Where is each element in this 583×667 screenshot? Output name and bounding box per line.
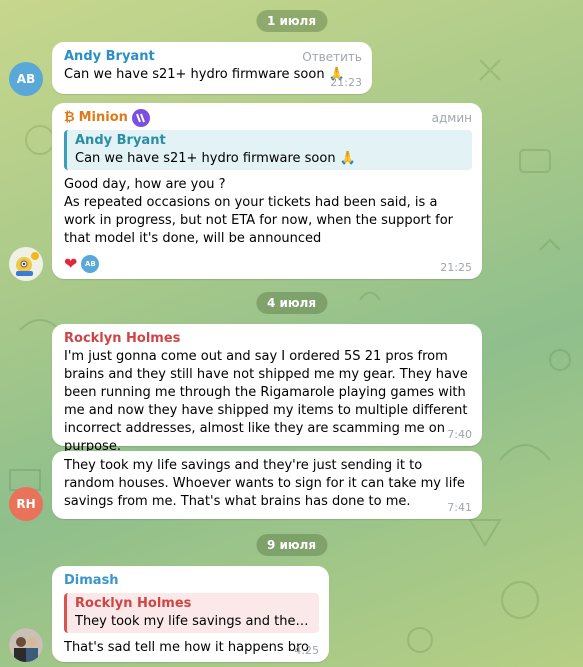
reactions[interactable]: ❤ AB: [64, 254, 472, 273]
message-text-line1: Good day, how are you ?: [64, 177, 226, 192]
message-bubble[interactable]: Dimash Rocklyn Holmes They took my life …: [52, 566, 329, 662]
reply-action[interactable]: Ответить: [302, 50, 362, 64]
message-bubble[interactable]: They took my life savings and they're ju…: [52, 451, 482, 519]
photo-avatar-icon: [9, 628, 43, 662]
message-text: They took my life savings and they're ju…: [64, 458, 465, 509]
date-separator: 4 июля: [255, 292, 328, 314]
heart-reaction-icon[interactable]: ❤: [64, 254, 77, 273]
sender-name[interactable]: Rocklyn Holmes: [64, 330, 472, 348]
reply-text: They took my life savings and they're j.…: [75, 614, 311, 629]
date-separator: 9 июля: [255, 534, 328, 556]
message-text: Can we have s21+ hydro firmware soon 🙏: [64, 67, 345, 82]
reaction-avatar: AB: [81, 254, 100, 273]
message-time: 4:25: [294, 644, 319, 657]
message-bubble[interactable]: ₿ Minion админ Andy Bryant Can we have s…: [52, 103, 482, 279]
reply-text: Can we have s21+ hydro firmware soon 🙏: [75, 151, 356, 166]
avatar-initials: RH: [16, 497, 36, 511]
premium-badge-icon: [131, 109, 150, 127]
bot-avatar-icon: [9, 247, 43, 281]
reply-sender: Andy Bryant: [75, 133, 166, 148]
reply-sender: Rocklyn Holmes: [75, 596, 192, 611]
avatar[interactable]: AB: [9, 62, 43, 96]
sender-name[interactable]: Minion: [79, 109, 128, 127]
message-time: 21:25: [440, 261, 472, 274]
avatar-initials: AB: [16, 72, 36, 86]
message-bubble[interactable]: Rocklyn Holmes I'm just gonna come out a…: [52, 324, 482, 454]
message-time: 21:23: [330, 76, 362, 89]
avatar[interactable]: [9, 628, 43, 662]
message-time: 7:41: [447, 501, 472, 514]
admin-role-label: админ: [431, 111, 472, 125]
message-text-line2: As repeated occasions on your tickets ha…: [64, 195, 453, 246]
avatar[interactable]: RH: [9, 487, 43, 521]
bitcoin-icon: ₿: [64, 110, 75, 125]
reply-quote[interactable]: Andy Bryant Can we have s21+ hydro firmw…: [64, 130, 472, 170]
avatar[interactable]: [9, 247, 43, 281]
sender-name[interactable]: Dimash: [64, 572, 319, 590]
message-time: 7:40: [447, 428, 472, 441]
message-bubble[interactable]: Andy Bryant Ответить Can we have s21+ hy…: [52, 42, 372, 94]
message-text: That's sad tell me how it happens bro: [64, 640, 310, 655]
sender-row: ₿ Minion: [64, 109, 472, 127]
message-text: I'm just gonna come out and say I ordere…: [64, 349, 468, 454]
reply-quote[interactable]: Rocklyn Holmes They took my life savings…: [64, 593, 319, 633]
date-separator: 1 июля: [255, 10, 328, 32]
